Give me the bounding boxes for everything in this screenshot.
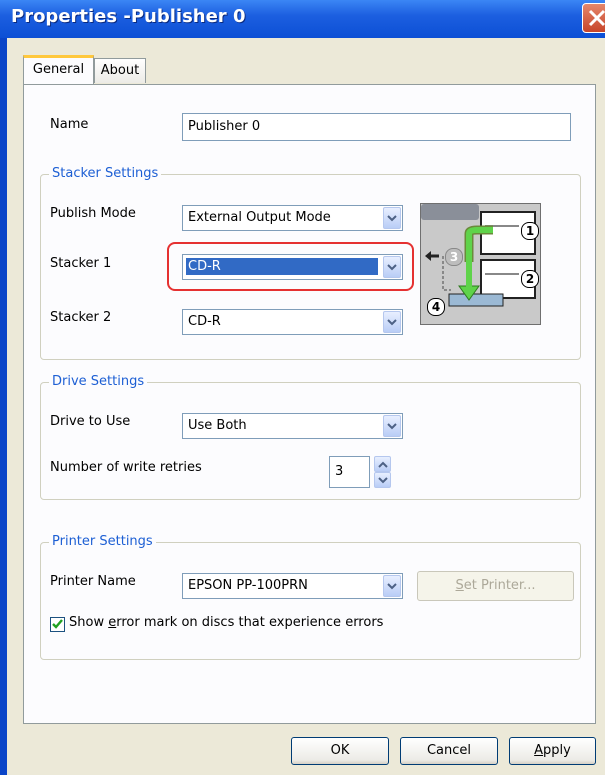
write-retries-field[interactable]: 3	[329, 456, 370, 488]
publish-mode-select[interactable]: External Output Mode	[182, 205, 403, 231]
error-mark-label-post: rror mark on discs that experience error…	[116, 615, 384, 630]
printer-settings-group: Printer Settings	[40, 534, 581, 660]
error-mark-label[interactable]: Show error mark on discs that experience…	[69, 615, 383, 630]
write-retries-label: Number of write retries	[50, 460, 202, 475]
stacker2-select[interactable]: CD-R	[182, 309, 403, 335]
ok-button[interactable]: OK	[291, 737, 389, 765]
printer-name-value: EPSON PP-100PRN	[188, 578, 308, 593]
drive-to-use-select[interactable]: Use Both	[182, 413, 403, 439]
apply-button[interactable]: Apply	[509, 737, 596, 765]
window-title: Properties -Publisher 0	[11, 6, 246, 27]
dialog-client-area: General About Name Publisher 0 Stacker S…	[7, 38, 605, 775]
general-tab-panel: Name Publisher 0 Stacker Settings Publis…	[23, 84, 596, 724]
set-printer-label-post: et Printer...	[463, 578, 536, 593]
error-mark-checkbox[interactable]	[50, 617, 65, 632]
close-button[interactable]	[582, 3, 605, 33]
dropdown-arrow-icon[interactable]	[383, 575, 401, 597]
close-icon	[588, 9, 605, 27]
stacker2-value: CD-R	[188, 314, 221, 329]
diagram-label-1: 1	[521, 222, 539, 240]
drive-to-use-label: Drive to Use	[50, 414, 131, 429]
dropdown-arrow-icon[interactable]	[383, 311, 401, 333]
dropdown-arrow-icon[interactable]	[383, 207, 401, 229]
write-retries-spinner[interactable]	[374, 456, 391, 488]
diagram-label-3: 3	[445, 248, 463, 266]
set-printer-label-mnemonic: S	[455, 578, 464, 593]
spin-down-icon[interactable]	[374, 472, 391, 488]
tab-about[interactable]: About	[94, 58, 146, 83]
diagram-label-2: 2	[521, 270, 539, 288]
printer-settings-legend: Printer Settings	[49, 534, 156, 549]
set-printer-button[interactable]: Set Printer...	[417, 571, 574, 601]
diagram-label-4: 4	[427, 298, 445, 316]
printer-name-label: Printer Name	[50, 574, 136, 589]
drive-settings-group: Drive Settings	[40, 374, 581, 500]
checkmark-icon	[52, 619, 63, 629]
drive-to-use-value: Use Both	[188, 418, 247, 433]
error-mark-label-pre: Show	[69, 615, 109, 630]
dropdown-arrow-icon[interactable]	[383, 415, 401, 437]
stacker1-select[interactable]: CD-R	[182, 254, 403, 280]
dropdown-arrow-icon[interactable]	[383, 256, 401, 278]
drive-settings-legend: Drive Settings	[49, 374, 148, 389]
title-bar[interactable]: Properties -Publisher 0	[0, 0, 605, 38]
publish-mode-value: External Output Mode	[188, 210, 331, 225]
tab-general[interactable]: General	[23, 55, 94, 84]
stacker1-value: CD-R	[185, 257, 379, 276]
apply-label-post: pply	[543, 743, 571, 758]
stacker-settings-legend: Stacker Settings	[49, 166, 162, 181]
cancel-button[interactable]: Cancel	[400, 737, 498, 765]
name-field[interactable]: Publisher 0	[182, 113, 571, 141]
name-label: Name	[50, 117, 89, 132]
stacker-diagram: 1 2 3 4	[420, 203, 541, 325]
stacker1-label: Stacker 1	[50, 256, 112, 271]
publish-mode-label: Publish Mode	[50, 206, 136, 221]
spin-up-icon[interactable]	[374, 456, 391, 472]
printer-name-select[interactable]: EPSON PP-100PRN	[182, 573, 403, 599]
stacker2-label: Stacker 2	[50, 310, 112, 325]
apply-label-mnemonic: A	[534, 743, 544, 758]
properties-window: Properties -Publisher 0 General About Na…	[0, 0, 605, 775]
